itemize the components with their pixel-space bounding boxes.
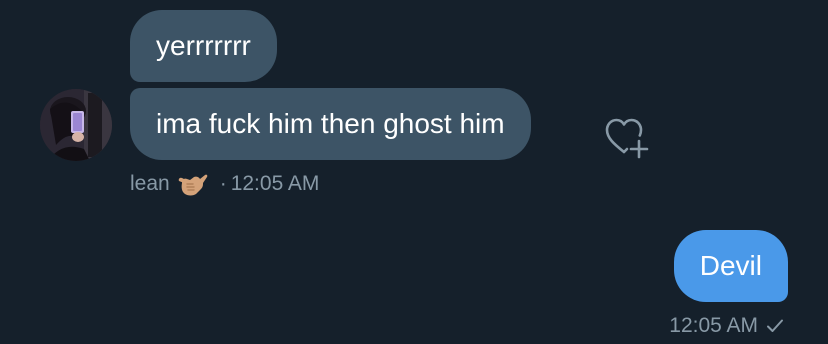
message-timestamp: 12:05 AM [669, 314, 758, 337]
avatar[interactable] [40, 89, 112, 161]
message-text: ima fuck him then ghost him [156, 108, 505, 139]
outgoing-message-meta: 12:05 AM [669, 313, 784, 339]
meta-separator: · [219, 172, 227, 195]
message-text: Devil [699, 250, 762, 281]
add-reaction-button[interactable] [604, 116, 652, 160]
incoming-message-bubble[interactable]: ima fuck him then ghost him [130, 88, 531, 160]
avatar-photo-icon [40, 89, 112, 161]
sender-name[interactable]: lean [130, 172, 170, 196]
outgoing-message-bubble[interactable]: Devil [673, 230, 788, 302]
message-timestamp: 12:05 AM [230, 172, 320, 195]
incoming-message-bubble[interactable]: yerrrrrrr [130, 10, 277, 82]
heart-add-icon [605, 118, 649, 159]
message-text: yerrrrrrr [156, 30, 251, 61]
incoming-message-meta: lean · 12:05 AM [130, 171, 319, 197]
check-icon [767, 319, 783, 332]
call-me-hand-emoji [178, 171, 208, 197]
